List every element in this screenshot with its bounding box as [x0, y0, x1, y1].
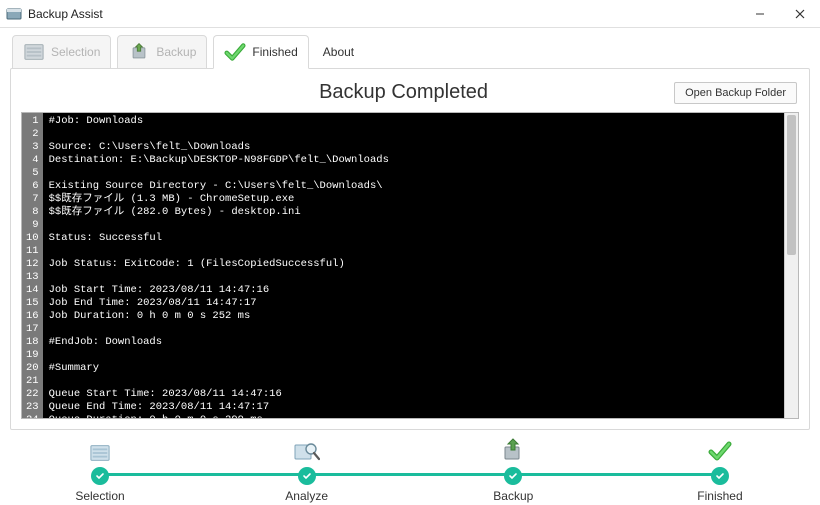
step-label: Finished [697, 489, 742, 503]
step-label: Selection [75, 489, 124, 503]
step-label: Backup [493, 489, 533, 503]
open-backup-folder-button[interactable]: Open Backup Folder [674, 82, 797, 104]
step-dot [298, 467, 316, 485]
log-console: 1234567891011121314151617181920212223242… [21, 112, 799, 419]
scrollbar-thumb[interactable] [787, 115, 796, 255]
drive-icon [23, 41, 45, 63]
step-label: Analyze [285, 489, 328, 503]
app-icon [6, 6, 22, 22]
tab-selection[interactable]: Selection [12, 35, 111, 69]
step-dot [91, 467, 109, 485]
step-backup: Backup [453, 433, 573, 503]
step-analyze: Analyze [247, 433, 367, 503]
step-selection: Selection [40, 433, 160, 503]
step-tracker: Selection Analyze Backup Finished [10, 430, 810, 498]
titlebar: Backup Assist [0, 0, 820, 28]
backup-icon [128, 41, 150, 63]
close-button[interactable] [780, 0, 820, 28]
step-dot [711, 467, 729, 485]
magnifier-icon [289, 433, 325, 463]
tab-about[interactable]: About [315, 35, 362, 69]
finished-panel: Backup Completed Open Backup Folder 1234… [10, 68, 810, 430]
backup-icon [495, 433, 531, 463]
tab-bar: Selection Backup Finished About [12, 34, 810, 68]
checkmark-icon [224, 41, 246, 63]
tab-backup[interactable]: Backup [117, 35, 207, 69]
drive-icon [82, 433, 118, 463]
tab-about-label: About [323, 45, 354, 59]
scrollbar[interactable] [784, 113, 798, 418]
checkmark-icon [702, 433, 738, 463]
step-dot [504, 467, 522, 485]
tab-finished-label: Finished [252, 45, 297, 59]
tab-backup-label: Backup [156, 45, 196, 59]
tab-selection-label: Selection [51, 45, 100, 59]
step-finished: Finished [660, 433, 780, 503]
log-output: #Job: DownloadsSource: C:\Users\felt_\Do… [43, 113, 784, 418]
line-gutter: 1234567891011121314151617181920212223242… [22, 113, 43, 418]
panel-header: Backup Completed Open Backup Folder [21, 77, 799, 112]
tab-finished[interactable]: Finished [213, 35, 308, 69]
page-title: Backup Completed [133, 81, 674, 104]
minimize-button[interactable] [740, 0, 780, 28]
progress-track [100, 473, 720, 476]
window-title: Backup Assist [28, 7, 103, 21]
